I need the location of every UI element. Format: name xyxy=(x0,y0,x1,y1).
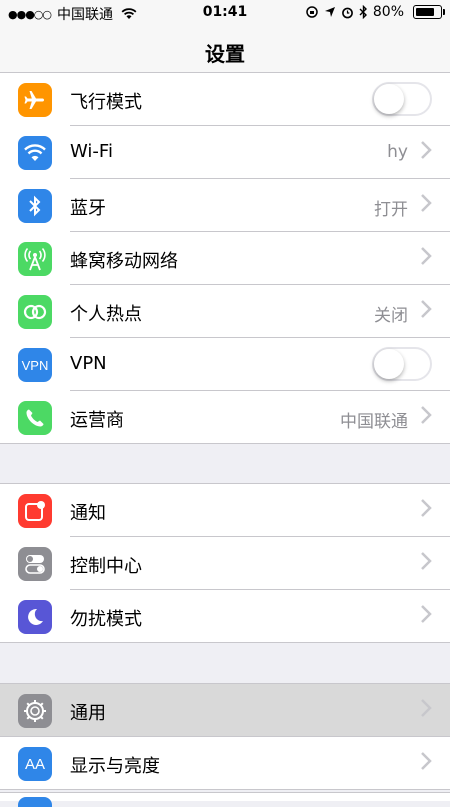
chevron-right-icon xyxy=(421,552,432,570)
settings-row-label: 蓝牙 xyxy=(70,198,106,219)
airplane-icon xyxy=(18,83,52,117)
settings-row-notifications[interactable]: 通知 xyxy=(18,484,450,537)
status-bar: ●●●○○ 中国联通 01:41 80% xyxy=(0,0,450,26)
settings-row-label: 飞行模式 xyxy=(70,92,142,113)
hotspot-icon xyxy=(18,295,52,329)
phone-icon xyxy=(18,401,52,435)
settings-row-label: Wi-Fi xyxy=(70,141,113,162)
battery-percentage: 80% xyxy=(372,4,404,20)
bluetooth-icon xyxy=(18,189,52,223)
settings-row-bluetooth[interactable]: 蓝牙 打开 xyxy=(18,179,450,232)
settings-row-label: 蜂窝移动网络 xyxy=(70,251,178,272)
settings-row-value: 关闭 xyxy=(374,306,408,326)
settings-row-vpn[interactable]: VPN VPN xyxy=(18,338,450,391)
settings-row-label: 运营商 xyxy=(70,410,124,431)
vpn-toggle[interactable] xyxy=(372,347,432,381)
chevron-right-icon xyxy=(421,605,432,623)
chevron-right-icon xyxy=(421,406,432,424)
settings-row-label: 勿扰模式 xyxy=(70,609,142,630)
bluetooth-status-icon xyxy=(359,5,367,19)
settings-row-label: 控制中心 xyxy=(70,556,142,577)
chevron-right-icon xyxy=(421,499,432,517)
settings-row-label: 通用 xyxy=(70,703,106,724)
settings-row-value: hy xyxy=(387,142,408,162)
control-center-icon xyxy=(18,547,52,581)
chevron-right-icon xyxy=(421,141,432,159)
chevron-right-icon xyxy=(421,247,432,265)
alarm-icon xyxy=(341,7,353,18)
settings-row-value: 中国联通 xyxy=(340,412,408,432)
wifi-icon xyxy=(18,136,52,170)
navigation-bar: 设置 xyxy=(0,26,450,78)
settings-row-display-brightness[interactable]: AA 显示与亮度 xyxy=(18,737,450,789)
chevron-right-icon xyxy=(421,752,432,770)
partial-row-icon xyxy=(18,797,52,807)
moon-icon xyxy=(18,600,52,634)
settings-group-general: 通用 AA 显示与亮度 xyxy=(0,683,450,790)
settings-row-label: 个人热点 xyxy=(70,304,142,325)
settings-row-label: 显示与亮度 xyxy=(70,756,160,777)
settings-row-do-not-disturb[interactable]: 勿扰模式 xyxy=(18,590,450,642)
settings-row-label: VPN xyxy=(70,353,107,374)
location-icon xyxy=(324,7,335,17)
notifications-icon xyxy=(18,494,52,528)
settings-group-connectivity: 飞行模式 Wi-Fi hy 蓝牙 打开 蜂窝移动网络 个人热点 关闭 VPN V… xyxy=(0,72,450,444)
settings-row-carrier[interactable]: 运营商 中国联通 xyxy=(18,391,450,443)
rotation-lock-icon xyxy=(306,6,318,18)
settings-row-label: 通知 xyxy=(70,503,106,524)
settings-row-control-center[interactable]: 控制中心 xyxy=(18,537,450,590)
battery-icon xyxy=(413,5,445,19)
page-title: 设置 xyxy=(205,42,245,66)
chevron-right-icon xyxy=(421,300,432,318)
settings-row-wifi[interactable]: Wi-Fi hy xyxy=(18,126,450,179)
settings-row-personal-hotspot[interactable]: 个人热点 关闭 xyxy=(18,285,450,338)
gear-icon xyxy=(18,694,52,728)
cellular-icon xyxy=(18,242,52,276)
settings-row-value: 打开 xyxy=(374,200,408,220)
settings-group-notifications: 通知 控制中心 勿扰模式 xyxy=(0,483,450,643)
settings-row-cellular[interactable]: 蜂窝移动网络 xyxy=(18,232,450,285)
chevron-right-icon xyxy=(421,194,432,212)
chevron-right-icon xyxy=(421,699,432,717)
display-icon: AA xyxy=(18,747,52,781)
settings-row-general[interactable]: 通用 xyxy=(0,684,450,737)
airplane-mode-toggle[interactable] xyxy=(372,82,432,116)
vpn-icon: VPN xyxy=(18,348,52,382)
settings-row-airplane-mode[interactable]: 飞行模式 xyxy=(18,73,450,126)
